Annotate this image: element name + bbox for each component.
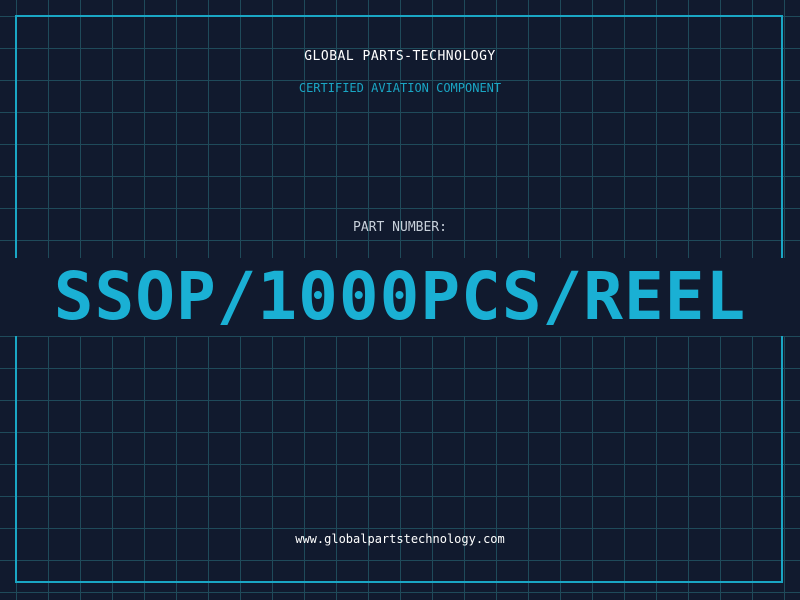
- part-number-value: SSOP/1000PCS/REEL: [53, 258, 747, 335]
- part-number-label: PART NUMBER:: [353, 220, 447, 235]
- brand-name: GLOBAL PARTS-TECHNOLOGY: [304, 49, 496, 64]
- certificate-card: GLOBAL PARTS-TECHNOLOGY CERTIFIED AVIATI…: [0, 0, 800, 600]
- website-url: www.globalpartstechnology.com: [295, 532, 505, 546]
- certification-subtitle: CERTIFIED AVIATION COMPONENT: [298, 81, 502, 95]
